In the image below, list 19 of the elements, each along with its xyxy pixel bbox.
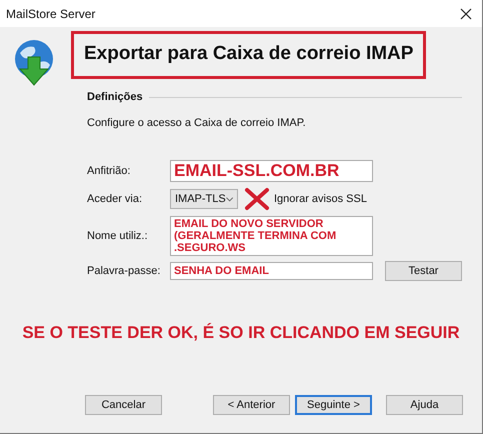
checkbox-label: Ignorar avisos SSL <box>274 193 367 205</box>
window-title: MailStore Server <box>6 6 96 20</box>
wizard-button[interactable]: Ajuda <box>386 395 463 415</box>
section-title: Definições <box>87 91 143 103</box>
input-field[interactable]: SENHA DO EMAIL <box>170 262 373 280</box>
input-field[interactable]: EMAIL DO NOVO SERVIDOR (GERALMENTE TERMINA COM .SEGURO.WS <box>170 216 373 256</box>
field-label: Palavra-passe: <box>87 265 162 277</box>
wizard-button[interactable]: Cancelar <box>85 395 162 415</box>
field-label: Anfitrião: <box>87 165 132 177</box>
wizard-button[interactable]: < Anterior <box>213 395 290 415</box>
field-label: Aceder via: <box>87 193 144 205</box>
instruction-note: SE O TESTE DER OK, É SO IR CLICANDO EM SEGUIR <box>21 323 461 343</box>
section-description: Configure o acesso a Caixa de correio IMAP. <box>87 117 307 129</box>
input-field[interactable]: EMAIL-SSL.COM.BR <box>170 160 373 182</box>
field-label: Nome utiliz.: <box>87 230 149 242</box>
dropdown[interactable]: IMAP-TLS <box>170 189 238 209</box>
test-button[interactable]: Testar <box>385 261 462 281</box>
wizard-button[interactable]: Seguinte > <box>295 395 372 415</box>
page-title: Exportar para Caixa de correio IMAP <box>71 31 426 79</box>
